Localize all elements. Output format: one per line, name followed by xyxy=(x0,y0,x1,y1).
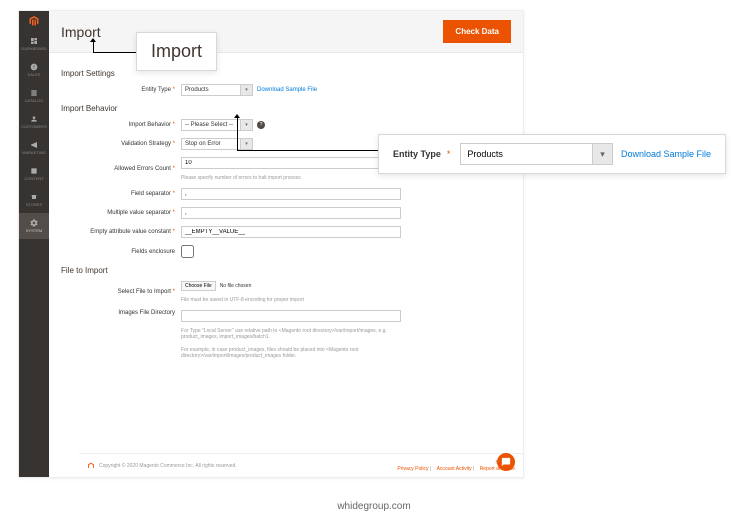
download-sample-link[interactable]: Download Sample File xyxy=(257,87,317,93)
entity-type-select[interactable]: Products▾ xyxy=(181,84,253,96)
callout-download-link[interactable]: Download Sample File xyxy=(621,149,711,159)
errors-input[interactable] xyxy=(181,157,401,169)
callout-entity-select[interactable]: Products ▾ xyxy=(460,143,613,165)
callout-entity-type: Entity Type * Products ▾ Download Sample… xyxy=(378,134,726,174)
nav-content[interactable]: CONTENT xyxy=(19,161,49,187)
empty-const-input[interactable] xyxy=(181,226,401,238)
section-import-settings: Import Settings xyxy=(61,69,511,78)
nav-sales[interactable]: SALES xyxy=(19,57,49,83)
callout-import-title: Import xyxy=(136,32,217,71)
nav-system[interactable]: SYSTEM xyxy=(19,213,49,239)
admin-sidebar: DASHBOARD SALES CATALOG CUSTOMERS MARKET… xyxy=(19,11,49,477)
validation-select[interactable]: Stop on Error▾ xyxy=(181,138,253,150)
row-multi-sep: Multiple value separator * xyxy=(61,207,511,219)
chevron-down-icon: ▾ xyxy=(240,85,252,95)
nav-stores[interactable]: STORES xyxy=(19,187,49,213)
account-link[interactable]: Account Activity xyxy=(437,466,472,472)
chevron-down-icon: ▾ xyxy=(240,139,252,149)
enclosure-checkbox[interactable] xyxy=(181,245,194,258)
nav-catalog[interactable]: CATALOG xyxy=(19,83,49,109)
form-content: Import Settings Entity Type * Products▾ … xyxy=(49,53,523,374)
row-entity-type: Entity Type * Products▾ Download Sample … xyxy=(61,84,511,96)
magento-logo[interactable] xyxy=(19,11,49,31)
app-frame: DASHBOARD SALES CATALOG CUSTOMERS MARKET… xyxy=(18,10,524,478)
chevron-down-icon: ▾ xyxy=(592,144,612,164)
page-header: Import Check Data xyxy=(49,11,523,53)
row-field-sep: Field separator * xyxy=(61,188,511,200)
help-icon[interactable]: ? xyxy=(257,121,265,129)
magento-icon xyxy=(87,462,95,470)
nav-dashboard[interactable]: DASHBOARD xyxy=(19,31,49,57)
check-data-button[interactable]: Check Data xyxy=(443,20,511,43)
watermark: whidegroup.com xyxy=(0,501,748,512)
main-panel: Import Check Data Import Settings Entity… xyxy=(49,11,523,477)
field-sep-input[interactable] xyxy=(181,188,401,200)
img-dir-input[interactable] xyxy=(181,310,401,322)
nav-list: DASHBOARD SALES CATALOG CUSTOMERS MARKET… xyxy=(19,31,49,239)
nav-customers[interactable]: CUSTOMERS xyxy=(19,109,49,135)
footer: Copyright © 2020 Magento Commerce Inc. A… xyxy=(79,453,523,477)
row-select-file: Select File to Import * Choose File No f… xyxy=(61,281,511,303)
choose-file-button[interactable]: Choose File xyxy=(181,281,216,291)
chat-icon[interactable] xyxy=(497,453,515,471)
row-enclosure: Fields enclosure xyxy=(61,245,511,258)
privacy-link[interactable]: Privacy Policy xyxy=(397,466,428,472)
row-import-behavior: Import Behavior * -- Please Select --▾ ? xyxy=(61,119,511,131)
section-file: File to Import xyxy=(61,266,511,275)
row-empty-const: Empty attribute value constant * xyxy=(61,226,511,238)
file-status: No file chosen xyxy=(220,283,252,289)
nav-marketing[interactable]: MARKETING xyxy=(19,135,49,161)
chevron-down-icon: ▾ xyxy=(240,120,252,130)
row-img-dir: Images File Directory For Type "Local Se… xyxy=(61,310,511,359)
section-import-behavior: Import Behavior xyxy=(61,104,511,113)
multi-sep-input[interactable] xyxy=(181,207,401,219)
import-behavior-select[interactable]: -- Please Select --▾ xyxy=(181,119,253,131)
